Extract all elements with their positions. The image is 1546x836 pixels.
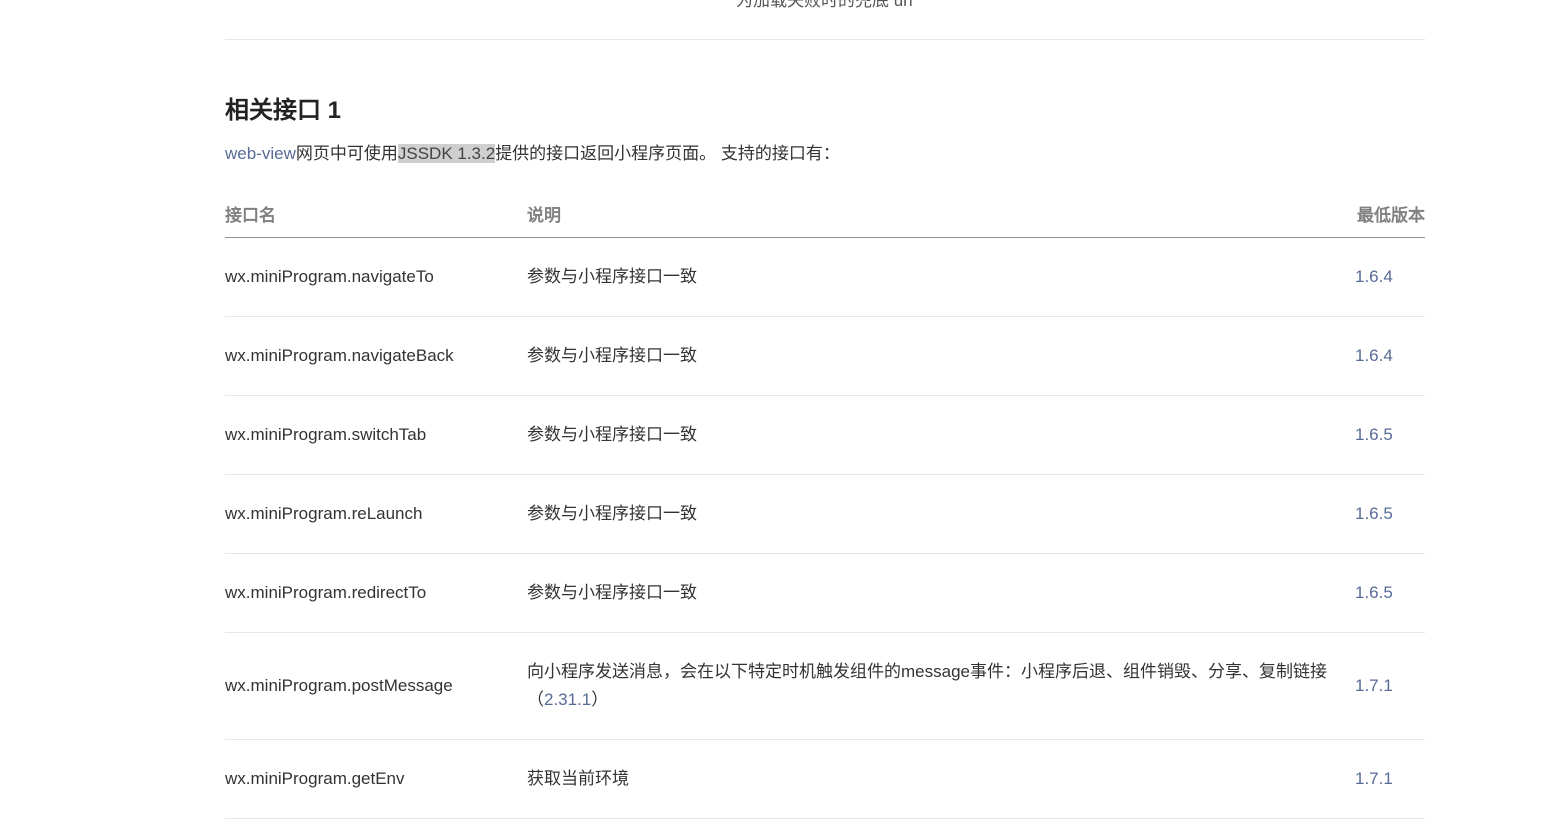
api-description: 获取当前环境 [527,739,1355,819]
api-description: 参数与小程序接口一致 [527,316,1355,396]
table-row: wx.miniProgram.switchTab 参数与小程序接口一致 1.6.… [225,395,1425,475]
description-version: 2.31.1 [544,690,592,709]
api-table: 接口名 说明 最低版本 wx.miniProgram.navigateTo 参数… [225,190,1425,819]
section-title: 相关接口 1 [225,97,342,124]
description-suffix: ） [591,690,609,709]
table-row: wx.miniProgram.navigateTo 参数与小程序接口一致 1.6… [225,237,1425,317]
fallback-url-description: 为加载失败时的兜底 url [736,0,913,10]
section-intro: web-view网页中可使用JSSDK 1.3.2提供的接口返回小程序页面。 支… [225,142,840,166]
intro-text: 提供的接口返回小程序页面。 支持的接口有： [495,144,840,163]
api-description: 参数与小程序接口一致 [527,237,1355,317]
api-min-version: 1.6.5 [1355,474,1425,554]
api-min-version: 1.7.1 [1355,632,1425,740]
api-name: wx.miniProgram.redirectTo [225,553,527,633]
intro-text: 网页中可使用 [295,144,398,163]
api-name: wx.miniProgram.postMessage [225,632,527,740]
api-description-text: 向小程序发送消息，会在以下特定时机触发组件的message事件：小程序后退、组件… [527,662,1327,709]
table-row: wx.miniProgram.redirectTo 参数与小程序接口一致 1.6… [225,553,1425,633]
api-name: wx.miniProgram.reLaunch [225,474,527,554]
divider [225,39,1425,40]
api-description: 参数与小程序接口一致 [527,474,1355,554]
column-header-description: 说明 [527,190,1355,238]
column-header-min-version: 最低版本 [1355,190,1425,238]
api-name: wx.miniProgram.getEnv [225,739,527,819]
table-row: wx.miniProgram.navigateBack 参数与小程序接口一致 1… [225,316,1425,396]
table-row: wx.miniProgram.postMessage 向小程序发送消息，会在以下… [225,632,1425,740]
table-header-row: 接口名 说明 最低版本 [225,190,1425,238]
api-name: wx.miniProgram.navigateBack [225,316,527,396]
table-row: wx.miniProgram.reLaunch 参数与小程序接口一致 1.6.5 [225,474,1425,554]
api-min-version: 1.6.5 [1355,553,1425,633]
table-row: wx.miniProgram.getEnv 获取当前环境 1.7.1 [225,739,1425,819]
api-min-version: 1.6.5 [1355,395,1425,475]
api-min-version: 1.6.4 [1355,316,1425,396]
api-min-version: 1.7.1 [1355,739,1425,819]
api-description: 参数与小程序接口一致 [527,553,1355,633]
api-name: wx.miniProgram.navigateTo [225,237,527,317]
column-header-name: 接口名 [225,190,527,238]
web-view-link[interactable]: web-view [225,144,296,163]
api-description: 向小程序发送消息，会在以下特定时机触发组件的message事件：小程序后退、组件… [527,632,1355,740]
api-name: wx.miniProgram.switchTab [225,395,527,475]
doc-page: 为加载失败时的兜底 url 相关接口 1 web-view网页中可使用JSSDK… [0,0,1546,836]
api-min-version: 1.6.4 [1355,237,1425,317]
api-description: 参数与小程序接口一致 [527,395,1355,475]
jssdk-highlight: JSSDK 1.3.2 [397,144,496,163]
